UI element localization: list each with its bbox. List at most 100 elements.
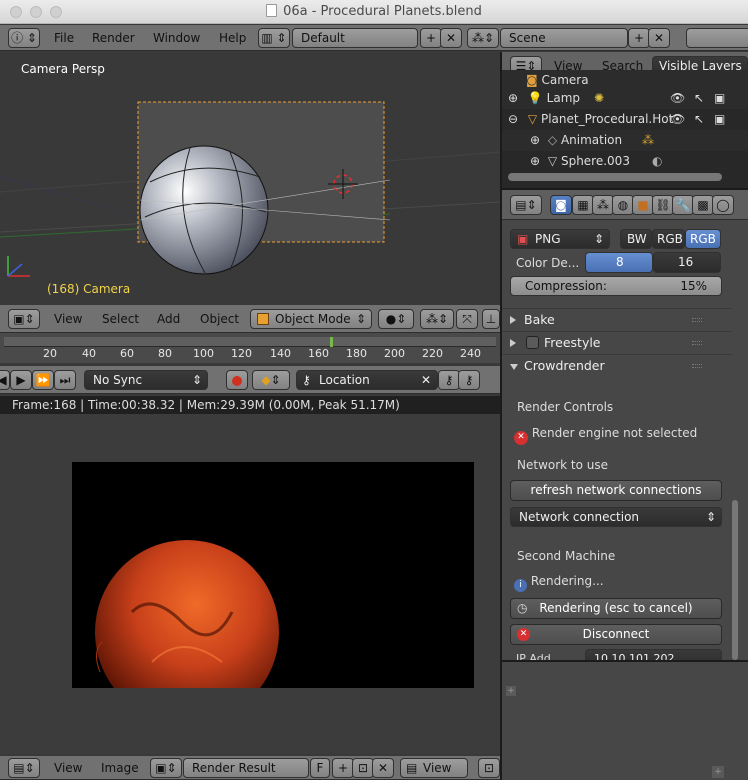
delete-layout-icon[interactable]: ✕ [440,28,462,48]
file-format-select[interactable]: ▣ PNG ⇕ [510,229,610,249]
layers-tab-icon[interactable]: ▦ [572,195,594,215]
select-arrow-icon[interactable]: ↖ [694,109,704,130]
shading-mode-icon[interactable]: ●⇕ [378,309,414,329]
timeline-ruler[interactable] [4,337,496,347]
modifiers-tab-icon[interactable]: 🔧 [672,195,694,215]
delete-keyframe-icon[interactable]: ⚷ [458,370,480,390]
play-icon[interactable]: ▶ [10,370,32,390]
menu-window[interactable]: Window [153,25,200,50]
open-image-icon[interactable]: ⊡ [352,758,374,778]
image-name-field[interactable]: Render Result [183,758,309,778]
image-browse-icon[interactable]: ▣⇕ [150,758,182,778]
menu-file[interactable]: File [54,25,74,50]
unlink-image-icon[interactable]: ✕ [372,758,394,778]
jump-end-icon[interactable]: ⏭ [54,370,76,390]
expand-icon[interactable]: ⊕ [508,91,518,105]
select-arrow-icon[interactable]: ↖ [694,88,704,109]
color-mode-rgba[interactable]: RGB [685,229,721,249]
zoom-region-icon[interactable]: ⊡ [478,758,500,778]
outliner-scrollbar[interactable] [508,173,722,181]
properties-scrollbar[interactable] [732,500,738,660]
render-tab-icon[interactable]: ◙ [550,195,572,215]
keyframe-type-icon[interactable]: ◆⇕ [252,370,290,390]
ip-address-field[interactable]: 10.10.101.202 [585,649,722,660]
add-layout-icon[interactable]: + [420,28,442,48]
outliner-row-planet[interactable]: ⊖ ▽ Planet_Procedural.Hot 👁 ↖ ▣ [502,109,748,130]
freestyle-checkbox[interactable] [526,336,539,349]
menu-render[interactable]: Render [92,25,135,50]
next-keyframe-icon[interactable]: ⏩ [32,370,54,390]
bake-section-header[interactable]: Bake [502,308,732,330]
compression-slider[interactable]: Compression: 15% [510,276,722,296]
visibility-eye-icon[interactable]: 👁 [670,88,685,109]
new-image-icon[interactable]: + [332,758,354,778]
3d-viewport[interactable]: Camera Persp (168) Camera [0,52,500,304]
menu-help[interactable]: Help [219,25,246,50]
menu-add[interactable]: Add [157,305,180,332]
crowdrender-section-header[interactable]: Crowdrender [502,354,732,376]
scene-field[interactable]: Scene [500,28,628,48]
fake-user-button[interactable]: F [310,758,330,778]
visibility-eye-icon[interactable]: 👁 [670,109,685,130]
drag-grip-icon[interactable] [692,318,702,322]
editor-type-3dview-button[interactable]: ▣⇕ [8,309,40,329]
sync-mode-select[interactable]: No Sync ⇕ [84,370,208,390]
transform-icon[interactable]: ⊥ [482,309,500,329]
insert-keyframe-icon[interactable]: ⚷ [438,370,460,390]
menu-image[interactable]: Image [101,756,139,779]
menu-view[interactable]: View [54,305,82,332]
render-engine-field[interactable] [686,28,748,48]
expand-icon[interactable]: ⊕ [530,133,540,147]
network-connection-select[interactable]: Network connection ⇕ [510,507,722,527]
current-frame-marker[interactable] [330,337,333,347]
image-editor-area[interactable] [0,414,500,754]
screen-layout-field[interactable]: Default [292,28,418,48]
freestyle-section-header[interactable]: Freestyle [502,331,732,353]
clear-icon[interactable]: ✕ [421,371,431,389]
disconnect-button[interactable]: ✕ Disconnect [510,624,722,645]
drag-grip-icon[interactable] [692,341,702,345]
color-depth-16[interactable]: 16 [653,252,721,273]
editor-type-info-button[interactable]: ⓘ ⇕ [8,28,40,48]
refresh-network-button[interactable]: refresh network connections [510,480,722,501]
play-reverse-icon[interactable]: ◀ [0,370,10,390]
drag-grip-icon[interactable] [692,364,702,368]
scene-tab-icon[interactable]: ⁂ [592,195,614,215]
rendering-cancel-button[interactable]: ◷ Rendering (esc to cancel) [510,598,722,619]
expand-icon[interactable]: ⊕ [530,154,540,168]
menu-view[interactable]: View [54,756,82,779]
scene-icon[interactable]: ⁂⇕ [467,28,499,48]
outliner-row-animation[interactable]: ⊕ ◇ Animation ⁂ [502,130,748,151]
manipulator-icon[interactable]: ⤧ [456,309,478,329]
color-depth-8[interactable]: 8 [585,252,653,273]
object-tab-icon[interactable]: ■ [632,195,654,215]
constraints-tab-icon[interactable]: ⛓ [652,195,674,215]
color-mode-rgb[interactable]: RGB [652,229,685,249]
outliner-row-sphere[interactable]: ⊕ ▽ Sphere.003 ◐ [502,151,748,172]
outliner[interactable]: ◙ Camera ⊕ 💡 Lamp ✺ 👁 ↖ ▣ ⊖ ▽ Planet_Pro… [502,70,748,188]
menu-object[interactable]: Object [200,305,239,332]
collapse-icon[interactable]: ⊖ [508,112,518,126]
physics-tab-icon[interactable]: ◯ [712,195,734,215]
record-icon[interactable] [226,370,248,390]
pivot-point-icon[interactable]: ⁂⇕ [420,309,454,329]
timeline-area[interactable]: 20 40 60 80 100 120 140 160 180 200 220 … [0,333,500,363]
mode-select[interactable]: Object Mode ⇕ [250,309,372,329]
area-add-icon[interactable]: + [506,686,516,696]
screen-layout-icon[interactable]: ▥ ⇕ [258,28,290,48]
empty-area[interactable]: + + [502,662,748,780]
area-add-icon[interactable]: + [712,766,724,778]
keying-set-field[interactable]: ⚷ Location ✕ [296,370,438,390]
world-tab-icon[interactable]: ◍ [612,195,634,215]
render-camera-icon[interactable]: ▣ [714,109,725,130]
texture-tab-icon[interactable]: ▩ [692,195,714,215]
menu-select[interactable]: Select [102,305,139,332]
add-scene-icon[interactable]: + [628,28,650,48]
editor-type-image-button[interactable]: ▤⇕ [8,758,40,778]
render-camera-icon[interactable]: ▣ [714,88,725,109]
view-select[interactable]: ▤ View [400,758,468,778]
color-mode-bw[interactable]: BW [620,229,652,249]
outliner-row-lamp[interactable]: ⊕ 💡 Lamp ✺ 👁 ↖ ▣ [502,88,748,109]
delete-scene-icon[interactable]: ✕ [648,28,670,48]
editor-type-properties-button[interactable]: ▤⇕ [510,195,542,215]
